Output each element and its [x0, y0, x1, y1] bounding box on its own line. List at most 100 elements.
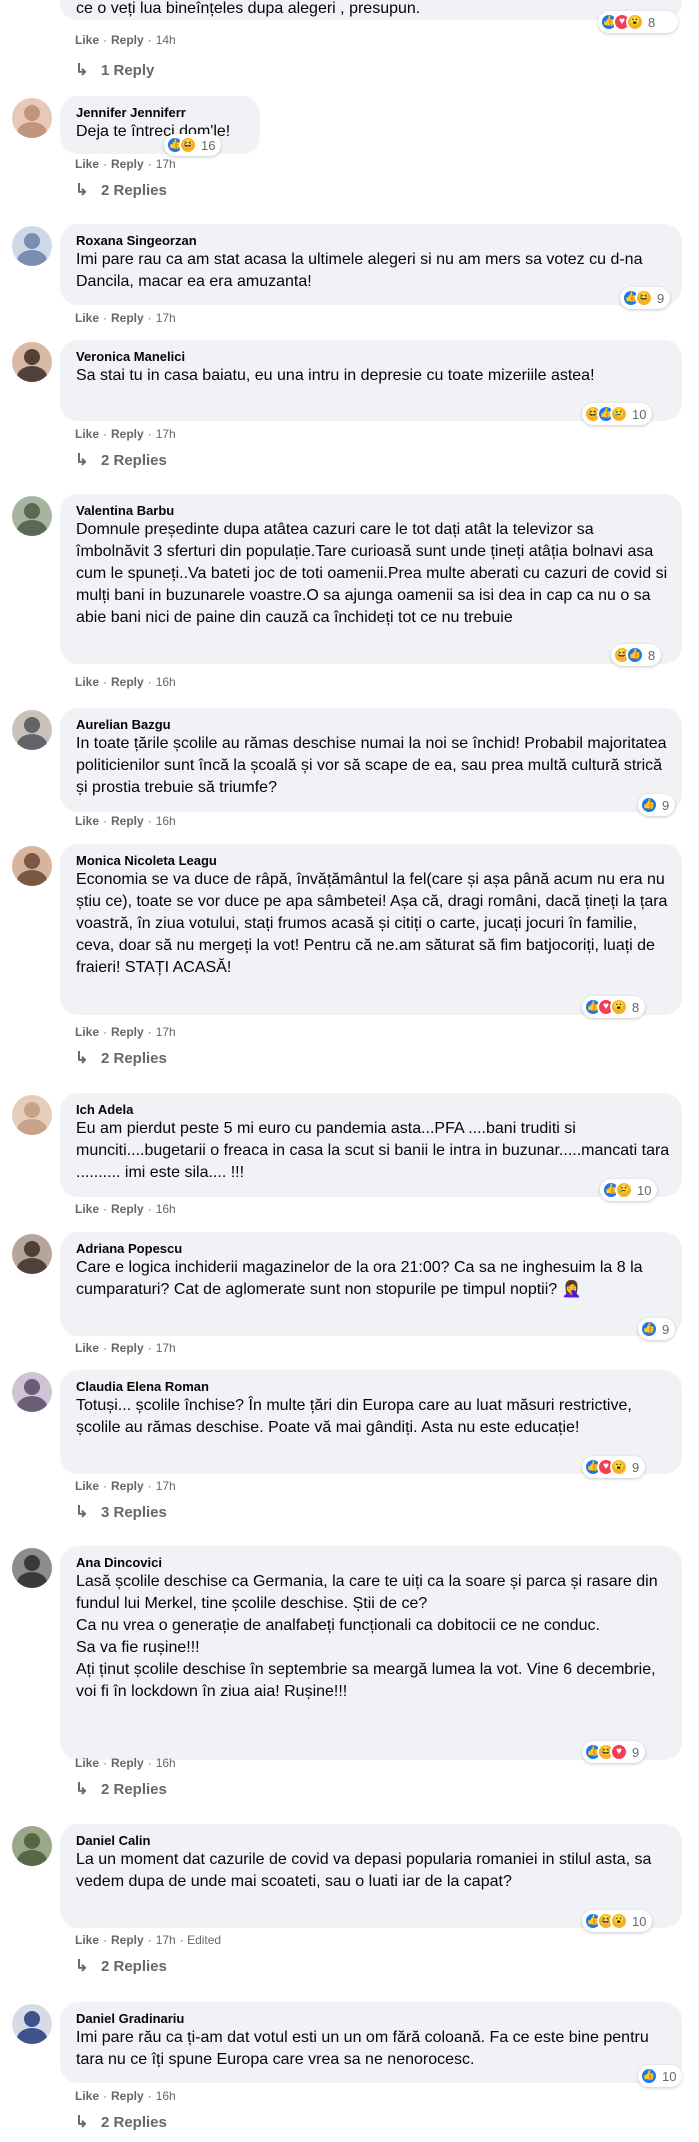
avatar[interactable]: [12, 496, 52, 536]
timestamp[interactable]: 16h: [156, 1756, 176, 1770]
comment-text: Imi pare rau ca am stat acasa la ultimel…: [76, 251, 643, 290]
separator-dot: ·: [147, 675, 152, 689]
view-replies-link[interactable]: ↳ 2 Replies: [75, 2112, 167, 2132]
reaction-count: 10: [637, 1182, 652, 1198]
avatar[interactable]: [12, 342, 52, 382]
avatar[interactable]: [12, 1826, 52, 1866]
timestamp[interactable]: 16h: [156, 814, 176, 828]
like-button[interactable]: Like: [75, 33, 99, 47]
avatar[interactable]: [12, 98, 52, 138]
view-replies-link[interactable]: ↳ 2 Replies: [75, 450, 167, 470]
comment-author[interactable]: Claudia Elena Roman: [76, 1378, 670, 1395]
comment-author[interactable]: Monica Nicoleta Leagu: [76, 852, 670, 869]
reply-arrow-icon: ↳: [75, 452, 89, 469]
reply-button[interactable]: Reply: [111, 1341, 144, 1355]
comment-author[interactable]: Adriana Popescu: [76, 1240, 670, 1257]
separator-dot: ·: [103, 675, 108, 689]
comment-author[interactable]: Jennifer Jenniferr: [76, 104, 248, 121]
avatar[interactable]: [12, 226, 52, 266]
reply-button[interactable]: Reply: [111, 1202, 144, 1216]
like-button[interactable]: Like: [75, 1341, 99, 1355]
timestamp[interactable]: 17h: [156, 1933, 176, 1947]
timestamp[interactable]: 14h: [156, 33, 176, 47]
comment-author[interactable]: Ich Adela: [76, 1101, 670, 1118]
comment-author[interactable]: Veronica Manelici: [76, 348, 670, 365]
like-button[interactable]: Like: [75, 1202, 99, 1216]
view-replies-link[interactable]: ↳ 1 Reply: [75, 60, 154, 80]
timestamp[interactable]: 17h: [156, 311, 176, 325]
reply-button[interactable]: Reply: [111, 2089, 144, 2103]
reply-button[interactable]: Reply: [111, 33, 144, 47]
reaction-summary[interactable]: 👍 😆 9: [620, 287, 671, 309]
reaction-summary[interactable]: 👍 ♥ 😮 8: [582, 996, 646, 1018]
reply-button[interactable]: Reply: [111, 311, 144, 325]
timestamp[interactable]: 17h: [156, 1025, 176, 1039]
avatar[interactable]: [12, 1095, 52, 1135]
reply-button[interactable]: Reply: [111, 157, 144, 171]
comment-bubble: ce o veți lua bineînțeles dupa alegeri ,…: [60, 0, 682, 20]
reaction-summary[interactable]: 👍 ♥ 😮 8: [598, 11, 678, 33]
reaction-summary[interactable]: 👍 9: [638, 1318, 676, 1340]
reply-button[interactable]: Reply: [111, 1025, 144, 1039]
comment-author[interactable]: Valentina Barbu: [76, 502, 670, 519]
comment-author[interactable]: Daniel Calin: [76, 1832, 670, 1849]
timestamp[interactable]: 17h: [156, 157, 176, 171]
avatar[interactable]: [12, 2004, 52, 2044]
like-button[interactable]: Like: [75, 157, 99, 171]
avatar[interactable]: [12, 1548, 52, 1588]
like-button[interactable]: Like: [75, 2089, 99, 2103]
like-reaction-icon: 👍: [640, 1320, 658, 1338]
avatar[interactable]: [12, 710, 52, 750]
timestamp[interactable]: 16h: [156, 1202, 176, 1216]
timestamp[interactable]: 17h: [156, 427, 176, 441]
replies-count-label: 2 Replies: [101, 1050, 167, 1067]
like-button[interactable]: Like: [75, 1025, 99, 1039]
reaction-summary[interactable]: 👍 😆 ♥ 9: [582, 1741, 646, 1763]
reaction-summary[interactable]: 👍 😢 10: [600, 1179, 658, 1201]
like-button[interactable]: Like: [75, 675, 99, 689]
like-button[interactable]: Like: [75, 1479, 99, 1493]
edited-label: · Edited: [179, 1933, 222, 1947]
reaction-summary[interactable]: 😆 👍 😢 10: [582, 403, 653, 425]
comment-text: ce o veți lua bineînțeles dupa alegeri ,…: [76, 0, 421, 17]
comment-author[interactable]: Daniel Gradinariu: [76, 2010, 670, 2027]
reaction-summary[interactable]: 👍 😆 😮 10: [582, 1910, 653, 1932]
like-button[interactable]: Like: [75, 1756, 99, 1770]
like-button[interactable]: Like: [75, 311, 99, 325]
reaction-summary[interactable]: 👍 10: [638, 2065, 683, 2087]
comment-author[interactable]: Aurelian Bazgu: [76, 716, 670, 733]
comment-author[interactable]: Ana Dincovici: [76, 1554, 670, 1571]
avatar-face-shape: [24, 1102, 40, 1118]
view-replies-link[interactable]: ↳ 2 Replies: [75, 180, 167, 200]
comment-bubble: Aurelian Bazgu In toate țările școlile au…: [60, 708, 682, 812]
reply-button[interactable]: Reply: [111, 1479, 144, 1493]
view-replies-link[interactable]: ↳ 3 Replies: [75, 1502, 167, 1522]
timestamp[interactable]: 17h: [156, 1479, 176, 1493]
comment-author[interactable]: Roxana Singeorzan: [76, 232, 670, 249]
reply-button[interactable]: Reply: [111, 427, 144, 441]
like-button[interactable]: Like: [75, 427, 99, 441]
comment-text: Domnule președinte dupa atâtea cazuri ca…: [76, 521, 668, 626]
separator-dot: ·: [103, 311, 108, 325]
reply-button[interactable]: Reply: [111, 675, 144, 689]
reaction-summary[interactable]: 😆 👍 8: [611, 644, 662, 666]
reaction-summary[interactable]: 👍 ♥ 😮 9: [582, 1456, 646, 1478]
view-replies-link[interactable]: ↳ 2 Replies: [75, 1779, 167, 1799]
reply-button[interactable]: Reply: [111, 814, 144, 828]
avatar[interactable]: [12, 846, 52, 886]
reply-button[interactable]: Reply: [111, 1756, 144, 1770]
timestamp[interactable]: 17h: [156, 1341, 176, 1355]
like-button[interactable]: Like: [75, 814, 99, 828]
timestamp[interactable]: 16h: [156, 675, 176, 689]
reaction-summary[interactable]: 👍 9: [638, 794, 676, 816]
comment-text: Eu am pierdut peste 5 mi euro cu pandemi…: [76, 1120, 670, 1181]
comment-text: La un moment dat cazurile de covid va de…: [76, 1851, 652, 1890]
view-replies-link[interactable]: ↳ 2 Replies: [75, 1956, 167, 1976]
view-replies-link[interactable]: ↳ 2 Replies: [75, 1048, 167, 1068]
avatar[interactable]: [12, 1372, 52, 1412]
reaction-summary[interactable]: 👍 😆 16: [164, 134, 222, 156]
timestamp[interactable]: 16h: [156, 2089, 176, 2103]
avatar[interactable]: [12, 1234, 52, 1274]
like-button[interactable]: Like: [75, 1933, 99, 1947]
reply-button[interactable]: Reply: [111, 1933, 144, 1947]
